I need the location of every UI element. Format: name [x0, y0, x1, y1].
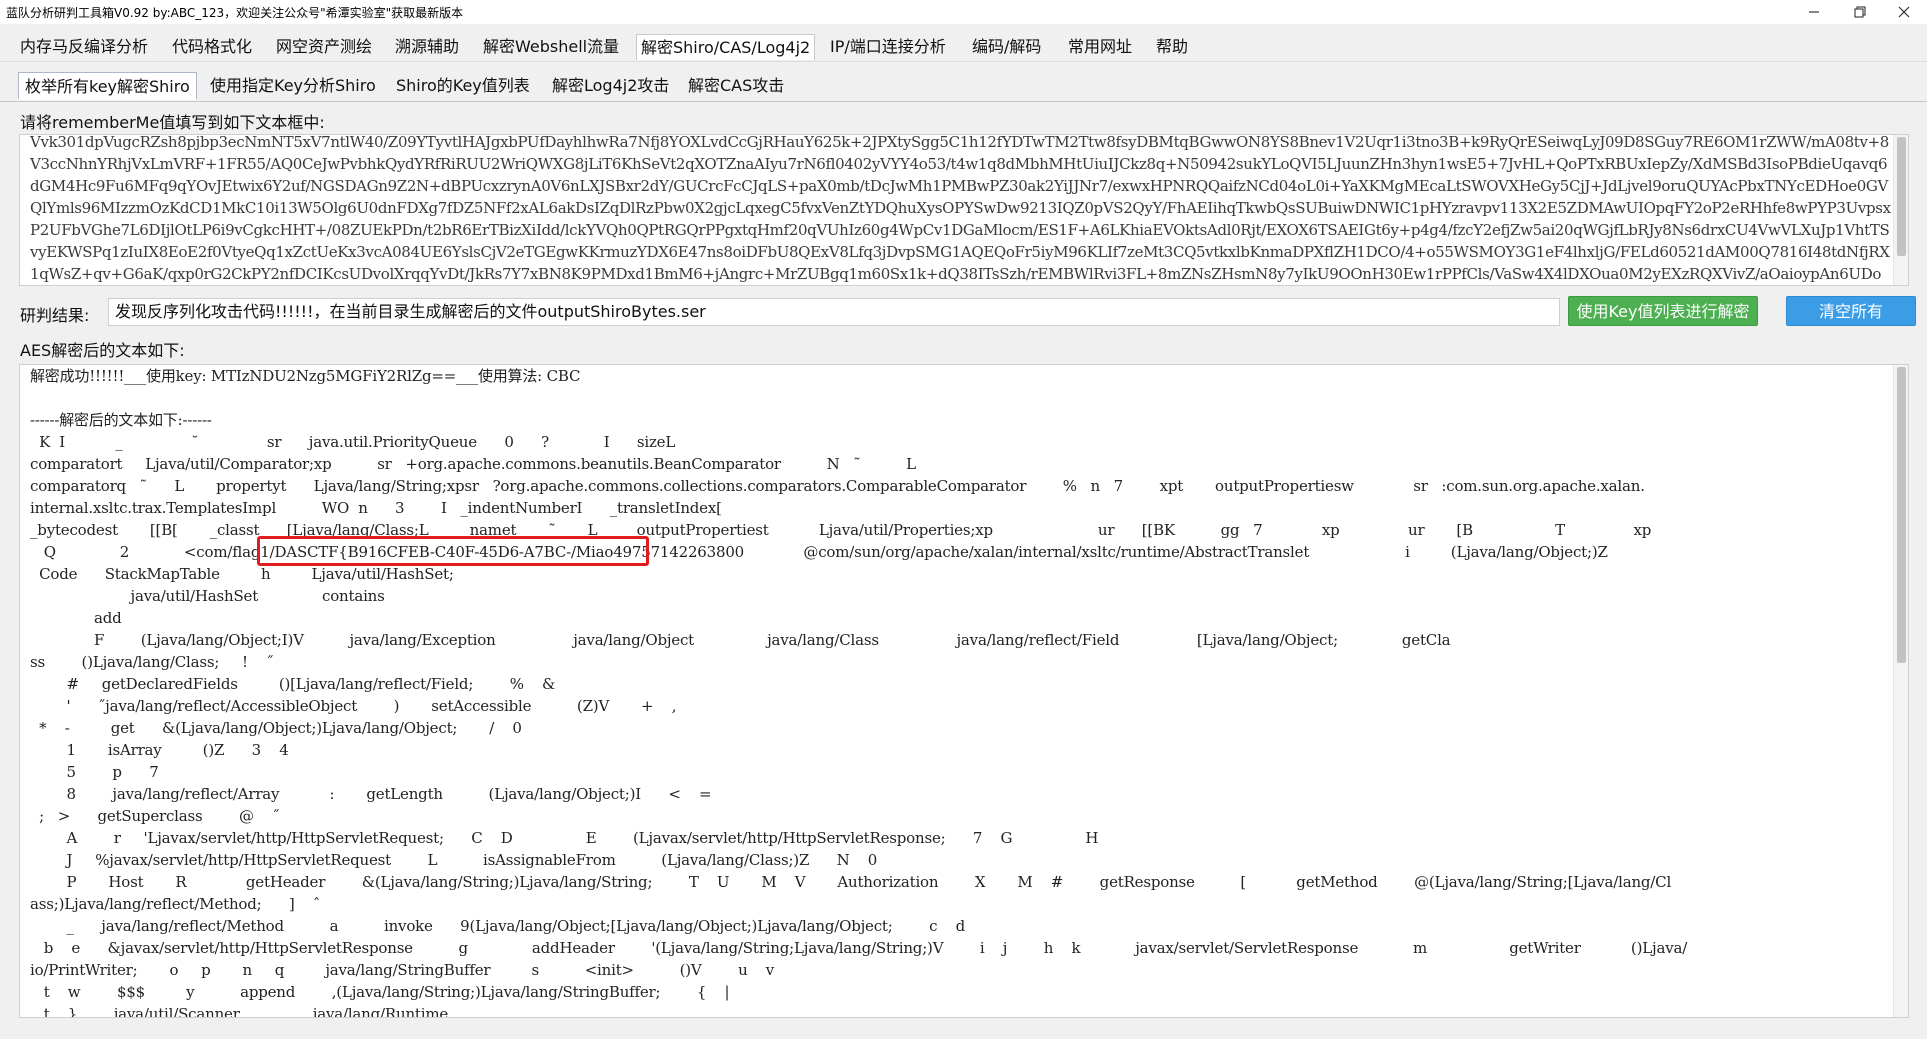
subtab-shiro-key-list[interactable]: Shiro的Key值列表 — [390, 72, 536, 100]
window-title: 蓝队分析研判工具箱V0.92 by:ABC_123，欢迎关注公众号"希潭实验室"… — [6, 6, 464, 20]
rememberme-textarea[interactable]: Vvk301dpVugcRZsh8pjbp3ecNmNT5xV7ntlW40/Z… — [19, 134, 1909, 286]
decoded-line: comparatorq ˜ L propertyt Ljava/lang/Str… — [30, 477, 1645, 495]
close-button[interactable] — [1881, 0, 1927, 24]
decoded-line: java/util/HashSet contains — [30, 587, 385, 605]
aes-output-textarea[interactable]: 解密成功!!!!!!___使用key: MTIzNDU2Nzg5MGFiY2Rl… — [19, 364, 1909, 1018]
decoded-line: ss ()Ljava/lang/Class; ! ˝ — [30, 653, 274, 671]
bottom-bar — [0, 1020, 1927, 1039]
rememberme-label: 请将rememberMe值填写到如下文本框中: — [20, 113, 325, 132]
subtab-enum-keys-shiro[interactable]: 枚举所有key解密Shiro — [18, 72, 197, 100]
rememberme-scrollbar[interactable] — [1893, 135, 1908, 285]
decoded-line: _bytecodest [[B[ _classt [Ljava/lang/Cla… — [30, 521, 1652, 539]
decoded-line: 5 p 7 — [30, 763, 159, 781]
decoded-text: 解密成功!!!!!!___使用key: MTIzNDU2Nzg5MGFiY2Rl… — [30, 365, 1892, 1018]
decoded-line: internal.xsltc.trax.TemplatesImpl WO n 3… — [30, 499, 722, 517]
tab-memshell-decompile[interactable]: 内存马反编译分析 — [16, 34, 152, 60]
output-scroll-thumb[interactable] — [1897, 367, 1906, 663]
decoded-line: A r 'Ljavax/servlet/http/HttpServletRequ… — [30, 829, 1099, 847]
decoded-line: ' ˝java/lang/reflect/AccessibleObject ) … — [30, 697, 677, 715]
decoded-line: * - get &(Ljava/lang/Object;)Ljava/lang/… — [30, 719, 522, 737]
clear-all-button[interactable]: 清空所有 — [1786, 296, 1916, 326]
tab-ip-port-analysis[interactable]: IP/端口连接分析 — [826, 34, 950, 60]
decoded-line: _ java/lang/reflect/Method a invoke 9(Lj… — [30, 917, 966, 935]
decoded-line: ; > getSuperclass @ ˝ — [30, 807, 280, 825]
main-tab-bar: 内存马反编译分析 代码格式化 网空资产测绘 溯源辅助 解密Webshell流量 … — [0, 28, 1927, 62]
title-bar: 蓝队分析研判工具箱V0.92 by:ABC_123，欢迎关注公众号"希潭实验室"… — [0, 0, 1927, 24]
decoded-line: 8 java/lang/reflect/Array : getLength (L… — [30, 785, 712, 803]
tab-asset-mapping[interactable]: 网空资产测绘 — [272, 34, 376, 60]
decoded-line: ass;)Ljava/lang/reflect/Method; ] ˆ — [30, 895, 321, 913]
tab-help[interactable]: 帮助 — [1152, 34, 1192, 60]
decoded-line: P Host R getHeader &(Ljava/lang/String;)… — [30, 873, 1672, 891]
aes-output-label: AES解密后的文本如下: — [20, 341, 185, 360]
decoded-line: io/PrintWriter; o p n q java/lang/String… — [30, 961, 775, 979]
decrypt-with-key-list-button[interactable]: 使用Key值列表进行解密 — [1568, 296, 1758, 326]
tab-webshell-decrypt[interactable]: 解密Webshell流量 — [479, 34, 623, 60]
decoded-line: Code StackMapTable h Ljava/util/HashSet; — [30, 565, 454, 583]
decoded-line: t } java/util/Scanner java/lang/Runtime — [30, 1005, 449, 1018]
tab-encode-decode[interactable]: 编码/解码 — [968, 34, 1045, 60]
subtab-cas-decrypt[interactable]: 解密CAS攻击 — [682, 72, 790, 100]
tab-code-format[interactable]: 代码格式化 — [168, 34, 256, 60]
decoded-line: ------解密后的文本如下:------ — [30, 411, 212, 429]
decoded-line — [30, 387, 1892, 409]
output-scrollbar[interactable] — [1893, 365, 1908, 1017]
decoded-line: 解密成功!!!!!!___使用key: MTIzNDU2Nzg5MGFiY2Rl… — [30, 367, 581, 385]
close-icon — [1898, 6, 1910, 18]
decoded-line: # getDeclaredFields ()[Ljava/lang/reflec… — [30, 675, 556, 693]
decoded-line: J %javax/servlet/http/HttpServletRequest… — [30, 851, 878, 869]
result-label: 研判结果: — [20, 306, 90, 325]
decoded-line: 1 isArray ()Z 3 4 — [30, 741, 289, 759]
decoded-line: F (Ljava/lang/Object;I)V java/lang/Excep… — [30, 631, 1451, 649]
rememberme-value: Vvk301dpVugcRZsh8pjbp3ecNmNT5xV7ntlW40/Z… — [30, 134, 1891, 283]
decoded-line: Q 2 <com/flag1/DASCTF{B916CFEB-C40F-45D6… — [30, 543, 1608, 561]
maximize-button[interactable] — [1837, 0, 1883, 24]
decoded-line: b e &javax/servlet/http/HttpServletRespo… — [30, 939, 1688, 957]
decoded-line: comparatort Ljava/util/Comparator;xp sr … — [30, 455, 916, 473]
subtab-specific-key-shiro[interactable]: 使用指定Key分析Shiro — [204, 72, 382, 100]
tab-shiro-cas-log4j2[interactable]: 解密Shiro/CAS/Log4j2 — [636, 34, 816, 60]
minimize-icon — [1809, 11, 1819, 13]
tab-common-urls[interactable]: 常用网址 — [1064, 34, 1136, 60]
maximize-icon — [1854, 6, 1866, 18]
decoded-line: K I _ ˘ sr java.util.PriorityQueue 0 ? I… — [30, 433, 676, 451]
sub-tab-bar: 枚举所有key解密Shiro 使用指定Key分析Shiro Shiro的Key值… — [0, 68, 1927, 102]
decoded-line: add — [30, 609, 122, 627]
decoded-line: t w $$$ y append ,(Ljava/lang/String;)Lj… — [30, 983, 730, 1001]
tab-trace-assist[interactable]: 溯源辅助 — [391, 34, 463, 60]
result-field[interactable]: 发现反序列化攻击代码!!!!!!，在当前目录生成解密后的文件outputShir… — [108, 298, 1560, 326]
minimize-button[interactable] — [1791, 0, 1837, 24]
rememberme-scroll-thumb[interactable] — [1897, 137, 1906, 256]
subtab-log4j2-decrypt[interactable]: 解密Log4j2攻击 — [546, 72, 675, 100]
